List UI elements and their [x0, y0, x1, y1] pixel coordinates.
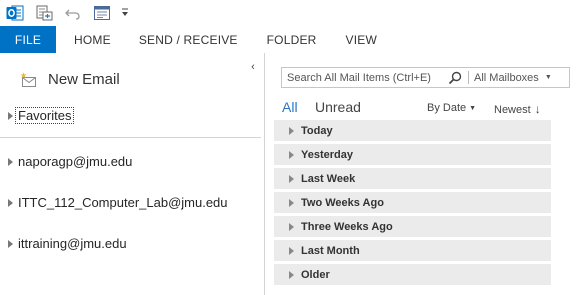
search-icon[interactable] [448, 71, 462, 85]
group-label: Last Month [301, 244, 360, 257]
expand-account-icon[interactable] [8, 157, 13, 166]
folder-divider [0, 137, 261, 138]
group-header[interactable]: Older [274, 264, 551, 285]
customize-toolbar-icon[interactable] [120, 4, 130, 22]
chevron-down-icon[interactable]: ▼ [545, 74, 552, 81]
ribbon-tabs: FILE HOME SEND / RECEIVE FOLDER VIEW [0, 26, 578, 53]
quick-access-toolbar [0, 0, 578, 26]
expand-favorites-icon[interactable] [8, 111, 13, 120]
group-label: Older [301, 268, 330, 281]
tab-file[interactable]: FILE [0, 26, 56, 53]
expand-group-icon[interactable] [289, 222, 294, 231]
send-receive-icon[interactable] [35, 4, 53, 22]
expand-account-icon[interactable] [8, 198, 13, 207]
account-node[interactable]: naporagp@jmu.edu [8, 154, 132, 169]
collapse-pane-button[interactable]: ‹ [248, 61, 258, 73]
tab-view[interactable]: VIEW [346, 26, 377, 53]
filter-all[interactable]: All [282, 99, 298, 115]
tab-send-receive[interactable]: SEND / RECEIVE [139, 26, 238, 53]
group-label: Last Week [301, 172, 356, 185]
group-header[interactable]: Last Month [274, 240, 551, 261]
filter-unread[interactable]: Unread [315, 99, 361, 115]
outlook-logo-icon[interactable] [6, 4, 24, 22]
new-email-label: New Email [48, 71, 120, 88]
expand-group-icon[interactable] [289, 198, 294, 207]
tab-home[interactable]: HOME [74, 26, 111, 53]
form-icon[interactable] [93, 4, 111, 22]
message-filters: All Unread By Date ▼ Newest ↓ [282, 99, 552, 117]
undo-icon[interactable] [64, 4, 82, 22]
search-scope-dropdown[interactable]: All Mailboxes [474, 72, 539, 84]
tab-folder[interactable]: FOLDER [267, 26, 317, 53]
new-email-button[interactable]: New Email [20, 71, 120, 88]
search-input[interactable] [282, 71, 442, 84]
favorites-label: Favorites [15, 107, 75, 124]
search-box: All Mailboxes ▼ [281, 67, 570, 88]
expand-group-icon[interactable] [289, 270, 294, 279]
new-email-icon [20, 71, 38, 88]
sort-by-dropdown[interactable]: By Date ▼ [427, 102, 476, 114]
account-label: naporagp@jmu.edu [18, 154, 133, 169]
account-node[interactable]: ittraining@jmu.edu [8, 236, 127, 251]
favorites-node[interactable]: Favorites [8, 107, 75, 124]
expand-group-icon[interactable] [289, 246, 294, 255]
expand-group-icon[interactable] [289, 174, 294, 183]
group-label: Today [301, 124, 333, 137]
chevron-down-icon: ▼ [469, 105, 477, 112]
account-label: ITTC_112_Computer_Lab@jmu.edu [18, 195, 228, 210]
expand-group-icon[interactable] [289, 126, 294, 135]
message-groups: Today Yesterday Last Week Two Weeks Ago … [274, 120, 551, 288]
sort-order-toggle[interactable]: Newest ↓ [494, 102, 541, 116]
group-header[interactable]: Yesterday [274, 144, 551, 165]
group-header[interactable]: Last Week [274, 168, 551, 189]
group-label: Yesterday [301, 148, 353, 161]
group-label: Two Weeks Ago [301, 196, 384, 209]
group-header[interactable]: Three Weeks Ago [274, 216, 551, 237]
group-header[interactable]: Today [274, 120, 551, 141]
arrow-down-icon: ↓ [534, 102, 541, 116]
account-label: ittraining@jmu.edu [18, 236, 127, 251]
search-separator [468, 71, 469, 84]
expand-account-icon[interactable] [8, 239, 13, 248]
sort-by-label: By Date [427, 102, 467, 114]
sort-order-label: Newest [494, 104, 531, 116]
folder-pane: ‹ New Email Favorites naporagp@jmu.edu I… [0, 53, 264, 295]
expand-group-icon[interactable] [289, 150, 294, 159]
group-label: Three Weeks Ago [301, 220, 393, 233]
group-header[interactable]: Two Weeks Ago [274, 192, 551, 213]
account-node[interactable]: ITTC_112_Computer_Lab@jmu.edu [8, 195, 228, 210]
pane-splitter[interactable] [264, 53, 265, 295]
